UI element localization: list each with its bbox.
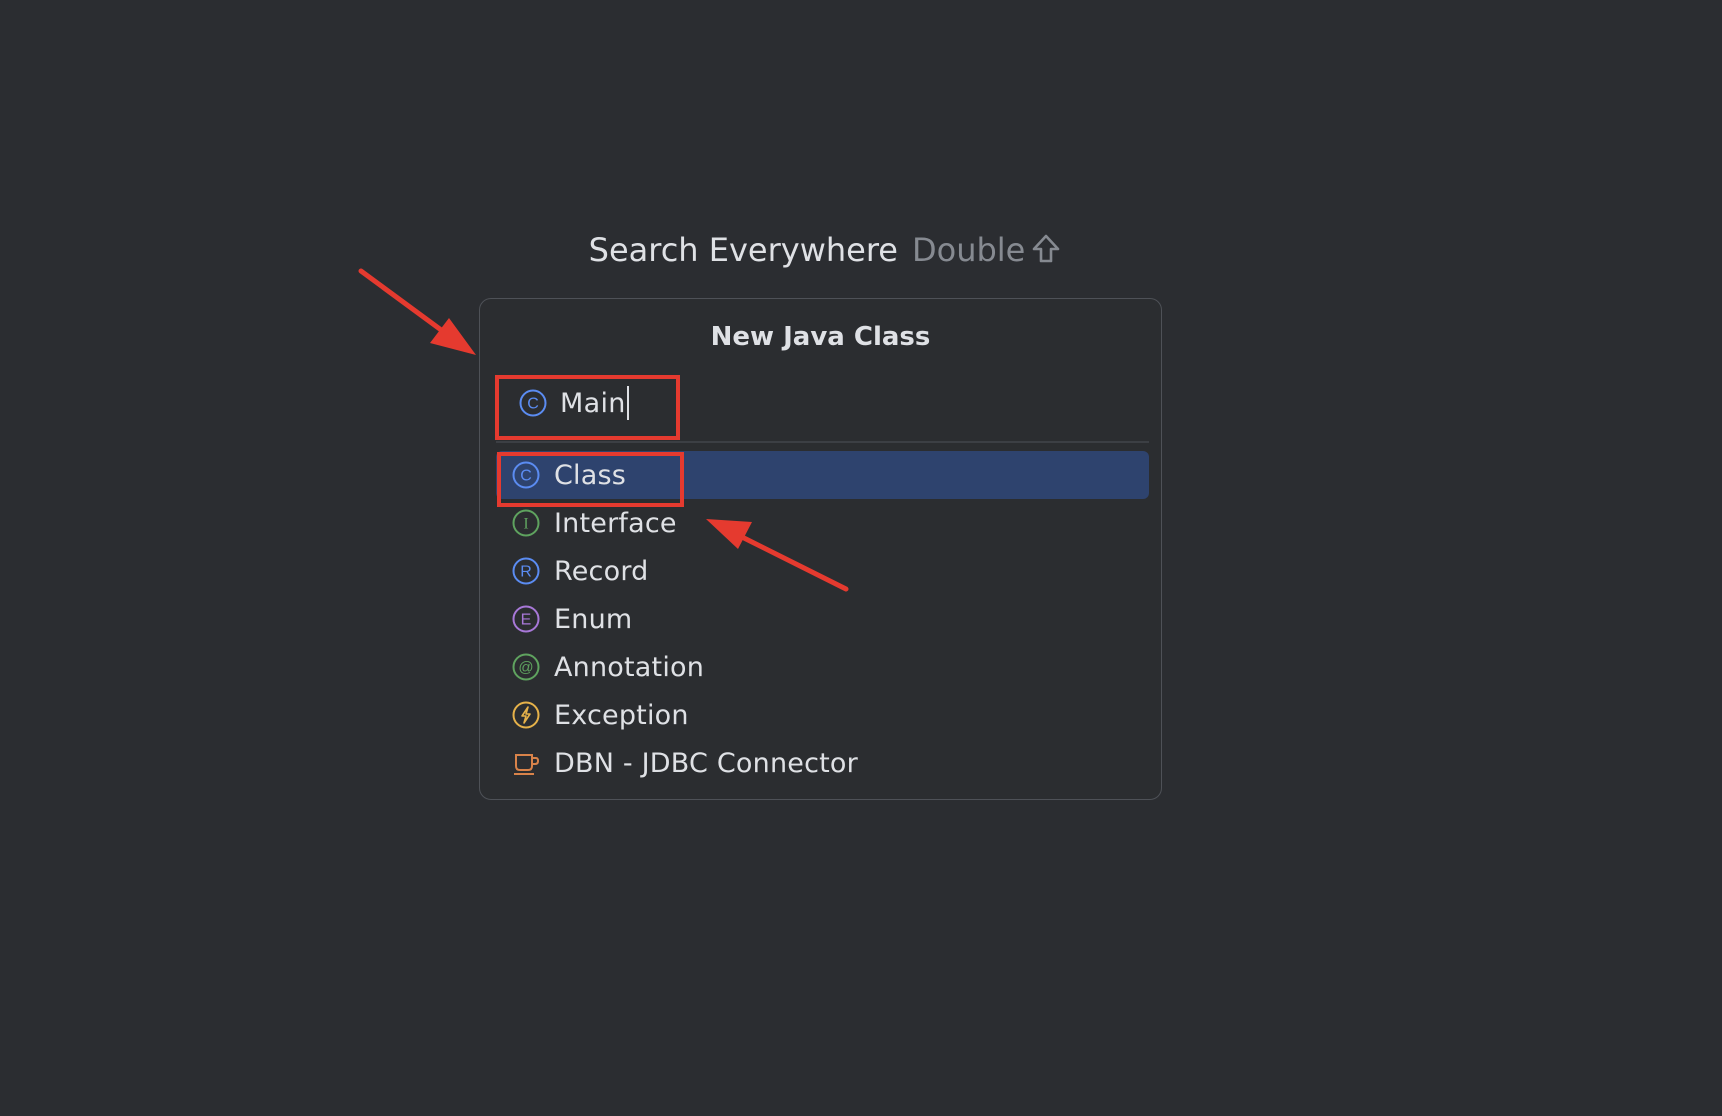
kind-label: Exception xyxy=(554,699,689,731)
kind-item-jdbc-connector[interactable]: DBN - JDBC Connector xyxy=(496,739,1149,787)
kind-label: DBN - JDBC Connector xyxy=(554,747,858,779)
search-everywhere-hint: Search Everywhere Double xyxy=(0,228,1650,272)
kind-label: Interface xyxy=(554,507,677,539)
svg-text:E: E xyxy=(521,612,532,629)
svg-text:C: C xyxy=(527,396,539,413)
text-caret xyxy=(626,386,629,420)
class-name-input[interactable]: C Main xyxy=(496,374,1126,432)
kind-label: Record xyxy=(554,555,649,587)
svg-text:C: C xyxy=(520,468,532,485)
svg-text:@: @ xyxy=(518,659,533,676)
new-java-class-dialog: New Java Class C Main C Class I Interfac… xyxy=(479,298,1162,800)
interface-icon: I xyxy=(512,509,540,537)
class-kind-list: C Class I Interface R Record E Enum @ An… xyxy=(496,451,1149,787)
kind-item-exception[interactable]: Exception xyxy=(496,691,1149,739)
kind-label: Enum xyxy=(554,603,633,635)
arrow-to-name-field xyxy=(358,268,476,355)
kind-label: Class xyxy=(554,459,627,491)
dialog-title: New Java Class xyxy=(710,322,931,352)
kind-item-class[interactable]: C Class xyxy=(496,451,1149,499)
exception-icon xyxy=(512,701,540,729)
enum-icon: E xyxy=(512,605,540,633)
jdbc-connector-icon xyxy=(514,754,540,775)
kind-item-enum[interactable]: E Enum xyxy=(496,595,1149,643)
kind-item-annotation[interactable]: @ Annotation xyxy=(496,643,1149,691)
hint-title: Search Everywhere xyxy=(588,231,898,269)
svg-text:R: R xyxy=(520,564,532,581)
kind-item-record[interactable]: R Record xyxy=(496,547,1149,595)
separator xyxy=(496,441,1149,443)
shift-key-icon xyxy=(1033,234,1060,263)
class-name-value[interactable]: Main xyxy=(560,388,626,419)
svg-text:I: I xyxy=(523,516,528,533)
class-icon: C xyxy=(512,461,540,489)
hint-shortcut: Double xyxy=(911,231,1026,269)
class-icon: C xyxy=(519,389,547,417)
kind-label: Annotation xyxy=(554,651,705,683)
annotation-icon: @ xyxy=(512,653,540,681)
kind-item-interface[interactable]: I Interface xyxy=(496,499,1149,547)
record-icon: R xyxy=(512,557,540,585)
